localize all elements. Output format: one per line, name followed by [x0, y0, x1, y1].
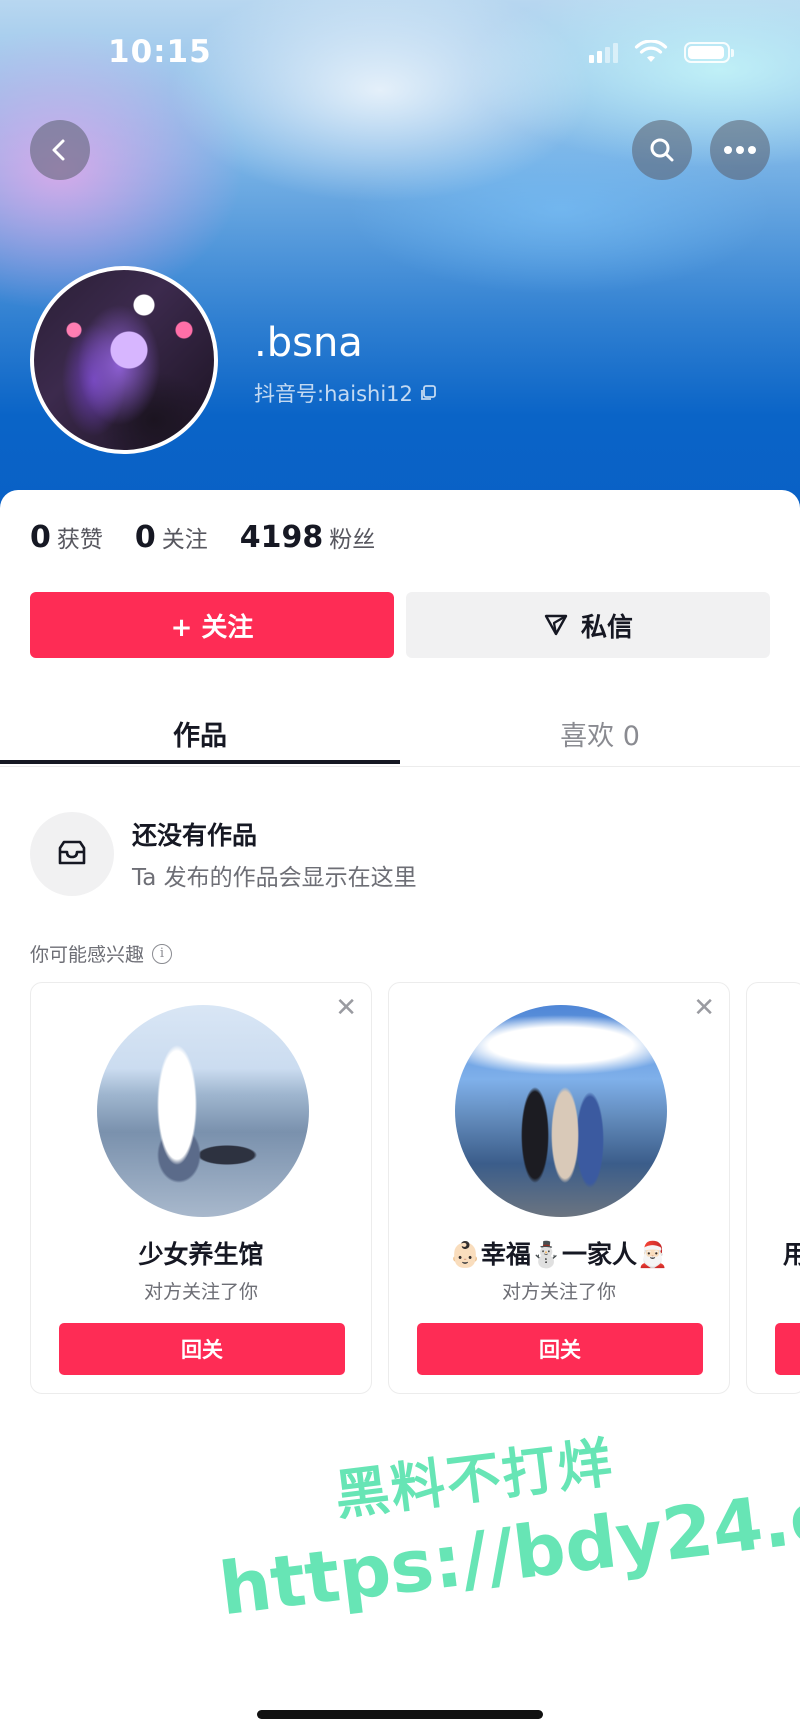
stat-likes-value: 0: [30, 520, 51, 555]
follow-button-label: + 关注: [170, 612, 254, 643]
recommend-avatar[interactable]: [97, 1005, 309, 1217]
stat-likes[interactable]: 0 获赞: [30, 520, 103, 555]
recommend-section-label: 你可能感兴趣 i: [30, 940, 173, 967]
search-icon: [650, 138, 674, 162]
follow-back-button[interactable]: [775, 1323, 800, 1375]
recommend-card-partial[interactable]: 用: [746, 982, 800, 1394]
stat-followers-value: 4198: [239, 520, 324, 555]
battery-icon: [684, 41, 734, 63]
tab-likes[interactable]: 喜欢 0: [400, 700, 800, 766]
message-button-label: 私信: [580, 612, 633, 643]
status-time: 10:15: [108, 34, 212, 70]
empty-state-title: 还没有作品: [132, 821, 258, 850]
message-button[interactable]: 私信: [406, 592, 770, 658]
stat-followers-label: 粉丝: [329, 527, 376, 553]
recommend-subtitle: 对方关注了你: [501, 1281, 616, 1303]
recommend-name: 👶🏻幸福⛄一家人🎅🏻: [449, 1240, 669, 1269]
back-button[interactable]: [30, 120, 90, 180]
close-icon[interactable]: ✕: [335, 995, 357, 1021]
stat-following-label: 关注: [161, 527, 208, 553]
douyin-id-text: 抖音号:haishi12: [254, 382, 413, 406]
recommend-name: 用: [783, 1235, 800, 1271]
search-button[interactable]: [632, 120, 692, 180]
stat-followers[interactable]: 4198 粉丝: [240, 520, 376, 555]
recommend-name: 少女养生馆: [138, 1240, 264, 1269]
info-icon[interactable]: i: [152, 943, 173, 964]
tab-works[interactable]: 作品: [0, 700, 400, 766]
stat-likes-label: 获赞: [56, 527, 103, 553]
profile-avatar[interactable]: [30, 266, 218, 454]
tab-active-indicator: [0, 760, 400, 764]
home-indicator[interactable]: [257, 1710, 543, 1719]
profile-tabs: 作品 喜欢 0: [0, 700, 800, 767]
recommend-label-text: 你可能感兴趣: [30, 944, 145, 966]
recommend-card[interactable]: ✕ 少女养生馆 对方关注了你 回关: [30, 982, 372, 1394]
recommend-subtitle: 对方关注了你: [143, 1281, 258, 1303]
wifi-icon: [634, 40, 668, 62]
follow-back-button[interactable]: 回关: [417, 1323, 703, 1375]
more-icon: [724, 146, 756, 154]
empty-state-subtitle: Ta 发布的作品会显示在这里: [132, 865, 417, 891]
profile-username: .bsna: [254, 320, 363, 366]
signal-icon: [589, 41, 618, 63]
follow-button[interactable]: + 关注: [30, 592, 394, 658]
close-icon[interactable]: ✕: [693, 995, 715, 1021]
copy-icon[interactable]: [419, 384, 437, 402]
status-icons: [589, 40, 734, 64]
inbox-icon: [58, 840, 86, 865]
back-icon: [52, 139, 65, 161]
recommend-card[interactable]: ✕ 👶🏻幸福⛄一家人🎅🏻 对方关注了你 回关: [388, 982, 730, 1394]
recommend-avatar[interactable]: [455, 1005, 667, 1217]
stat-following[interactable]: 0 关注: [135, 520, 208, 555]
profile-stats: 0 获赞 0 关注 4198 粉丝: [30, 520, 407, 555]
empty-state-icon-wrap: [30, 812, 114, 896]
follow-back-button[interactable]: 回关: [59, 1323, 345, 1375]
more-button[interactable]: [710, 120, 770, 180]
profile-douyin-id[interactable]: 抖音号:haishi12: [254, 378, 437, 408]
send-icon: [544, 614, 568, 636]
stat-following-value: 0: [134, 520, 156, 555]
